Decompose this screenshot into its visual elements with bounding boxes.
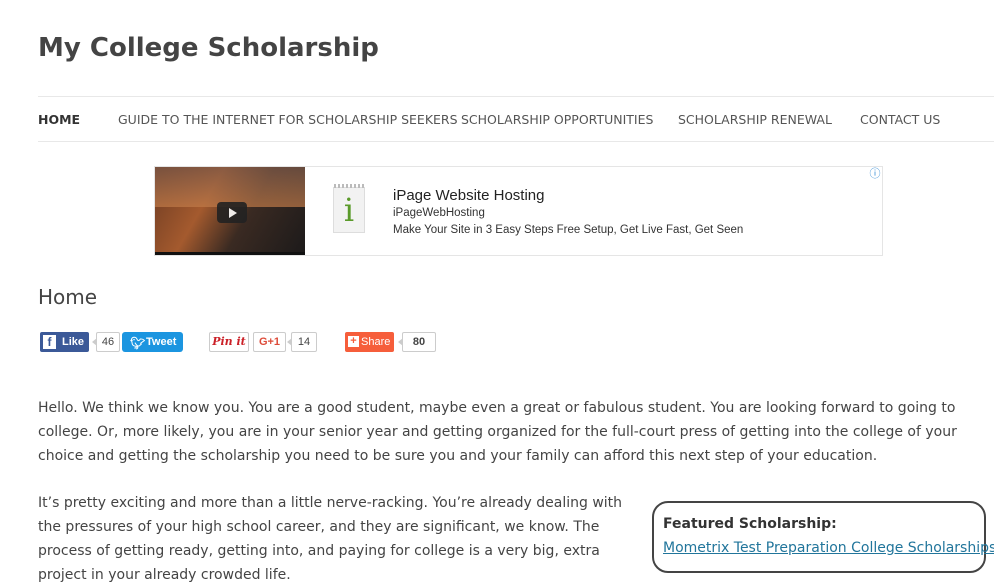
ad-title[interactable]: iPage Website Hosting (393, 187, 544, 204)
site-title[interactable]: My College Scholarship (38, 33, 379, 63)
info-icon[interactable]: ⓘ (868, 167, 882, 181)
notepad-icon: i (333, 184, 365, 233)
share-count: 80 (398, 332, 436, 352)
pinterest-button[interactable]: Pin it (209, 332, 249, 352)
ad-banner[interactable]: i iPage Website Hosting iPageWebHosting … (154, 166, 883, 256)
facebook-like-button[interactable]: f Like (40, 332, 89, 352)
like-label: Like (62, 336, 85, 348)
nav-item-contact[interactable]: CONTACT US (860, 112, 940, 127)
nav-item-opportunities[interactable]: SCHOLARSHIP OPPORTUNITIES (461, 112, 653, 127)
nav-item-renewal[interactable]: SCHOLARSHIP RENEWAL (678, 112, 832, 127)
featured-label: Featured Scholarship: (663, 516, 837, 532)
share-label: Share (361, 336, 391, 348)
google-plus-button[interactable]: G+1 (253, 332, 286, 352)
facebook-icon: f (43, 335, 56, 349)
ad-video-thumbnail[interactable] (155, 167, 305, 255)
gplus-count: 14 (287, 332, 317, 352)
share-button[interactable]: + Share (345, 332, 394, 352)
nav-item-home[interactable]: HOME (38, 112, 80, 127)
play-icon[interactable] (217, 202, 247, 223)
video-scene (155, 167, 305, 207)
video-bar (155, 252, 305, 255)
twitter-icon: 🐦︎ (130, 336, 146, 350)
tweet-label: Tweet (146, 336, 177, 348)
ad-domain: iPageWebHosting (393, 207, 485, 219)
page-title: Home (38, 285, 98, 309)
tweet-button[interactable]: 🐦︎ Tweet (122, 332, 183, 352)
ad-description: Make Your Site in 3 Easy Steps Free Setu… (393, 224, 744, 236)
nav-item-guide[interactable]: GUIDE TO THE INTERNET FOR SCHOLARSHIP SE… (118, 112, 458, 127)
plus-icon: + (348, 336, 359, 347)
featured-scholarship-box: Featured Scholarship: Mometrix Test Prep… (652, 501, 994, 573)
main-nav: HOME GUIDE TO THE INTERNET FOR SCHOLARSH… (38, 96, 994, 142)
featured-scholarship-link[interactable]: Mometrix Test Preparation College Schola… (663, 540, 994, 556)
intro-paragraph: Hello. We think we know you. You are a g… (38, 400, 957, 464)
like-count: 46 (92, 332, 120, 352)
